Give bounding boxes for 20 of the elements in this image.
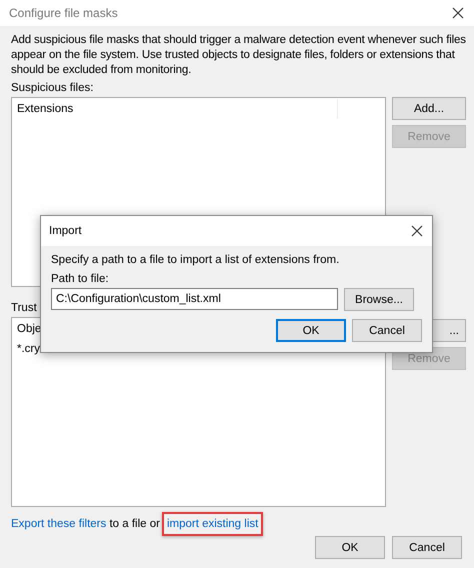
window-title: Configure file masks (9, 6, 118, 20)
dialog-message: Specify a path to a file to import a list of extensions from. (51, 253, 340, 268)
field-label: Path to file: (51, 272, 110, 286)
description-text: Add suspicious file masks that should trigger a malware detection event whenever such files appear on the file system. Use trusted objects to designate files, folders or extensions that should be excluded from monitoring. (11, 33, 466, 78)
list-label: Trust (11, 301, 38, 315)
browse-button[interactable]: Browse... (344, 288, 414, 311)
column-header[interactable]: Extensions (17, 99, 338, 119)
close-icon[interactable] (452, 7, 464, 19)
cancel-button[interactable]: Cancel (392, 536, 462, 559)
import-link[interactable]: import existing list (166, 518, 258, 530)
close-icon[interactable] (411, 225, 423, 237)
export-link[interactable]: Export these filters (11, 516, 106, 532)
list-label: Suspicious files: (11, 81, 94, 95)
path-field[interactable]: C:\Configuration\custom_list.xml (51, 288, 338, 310)
add-button[interactable]: Add... (392, 97, 466, 120)
ok-button[interactable]: OK (315, 536, 385, 559)
dialog-title: Import (49, 225, 82, 237)
ok-button[interactable]: OK (276, 319, 346, 342)
footer-text: to a file or (109, 517, 160, 532)
cancel-button[interactable]: Cancel (352, 319, 422, 342)
